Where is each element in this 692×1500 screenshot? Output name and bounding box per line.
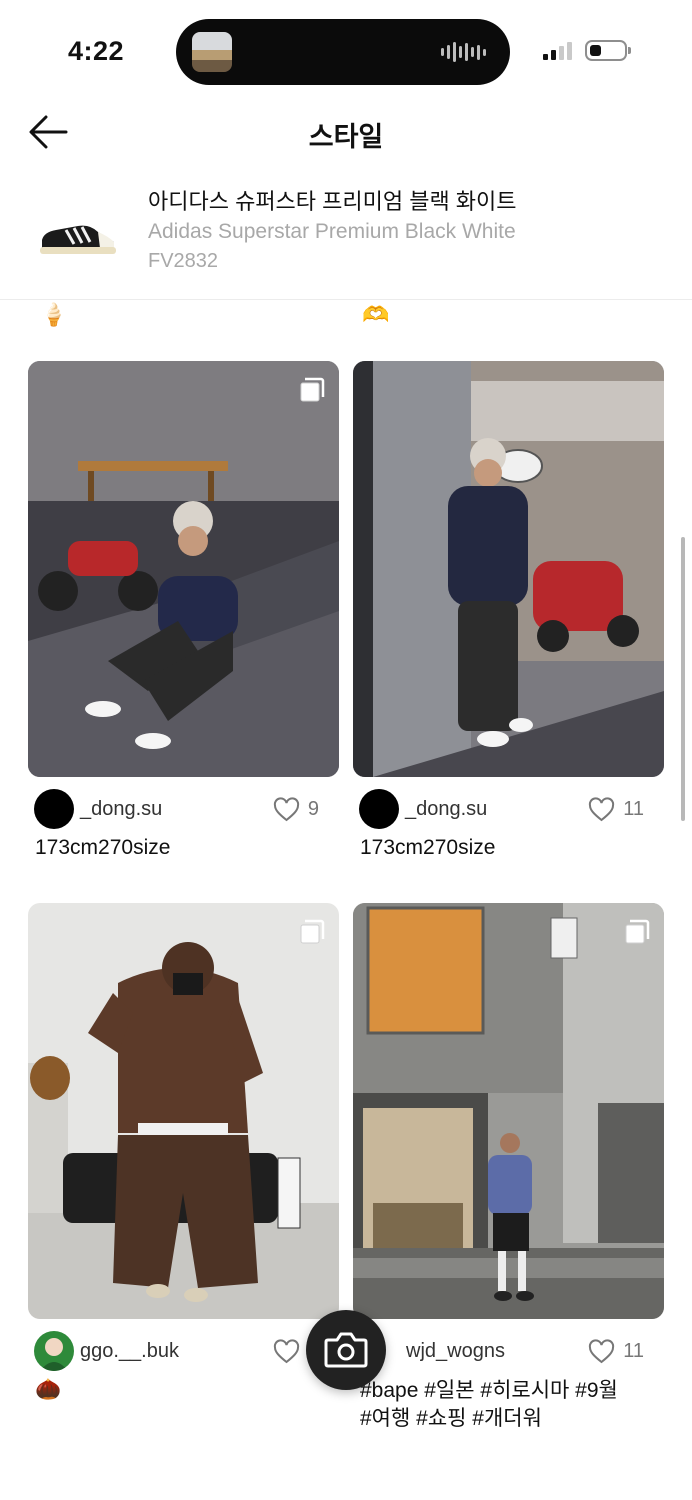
post-meta: ggo.__.buk 1 <box>28 1319 339 1377</box>
now-playing-thumbnail <box>192 32 232 72</box>
post-card[interactable]: _dong.su 11 173cm270size <box>353 361 664 861</box>
product-name-ko: 아디다스 슈퍼스타 프리미엄 블랙 화이트 <box>148 189 517 214</box>
username[interactable]: _dong.su <box>405 798 487 821</box>
post-photo[interactable] <box>28 903 339 1319</box>
post-photo[interactable] <box>353 361 664 777</box>
status-bar: 4:22 <box>0 0 692 100</box>
multiple-images-icon <box>300 919 325 944</box>
avatar[interactable] <box>359 789 399 829</box>
post-card[interactable]: _dong.su 9 173cm270size <box>28 361 339 861</box>
product-name-en: Adidas Superstar Premium Black White <box>148 220 516 243</box>
post-caption: 173cm270size <box>35 836 171 859</box>
audio-wave-icon <box>441 41 486 63</box>
post-hashtags-line-1: #bape #일본 #히로시마 #9월 <box>360 1379 618 1402</box>
product-summary[interactable]: 아디다스 슈퍼스타 프리미엄 블랙 화이트 Adidas Superstar P… <box>0 176 692 300</box>
scrollbar[interactable] <box>681 537 685 821</box>
avatar[interactable] <box>34 1331 74 1371</box>
post-meta: _dong.su 11 <box>353 777 664 835</box>
camera-icon <box>324 1332 368 1368</box>
post-card[interactable]: ggo.__.buk 1 🌰 <box>28 903 339 1403</box>
like-count: 9 <box>307 798 319 820</box>
post-hashtags-line-2: #여행 #쇼핑 #개더워 <box>360 1407 542 1430</box>
like-count: 11 <box>623 1340 644 1362</box>
username[interactable]: wjd_wogns <box>406 1340 505 1363</box>
battery-icon <box>585 40 631 61</box>
post-photo[interactable] <box>353 903 664 1319</box>
prev-post-caption-right: 🫶 <box>362 302 390 327</box>
page-title: 스타일 <box>308 122 384 152</box>
avatar[interactable] <box>34 789 74 829</box>
post-card[interactable]: wjd_wogns 11 #bape #일본 #히로시마 #9월 #여행 #쇼핑… <box>353 903 664 1433</box>
like-button[interactable]: 9 <box>273 797 319 822</box>
heart-icon <box>589 1339 615 1364</box>
post-photo-image <box>353 903 664 1319</box>
post-meta: wjd_wogns 11 <box>353 1319 664 1377</box>
heart-icon <box>273 797 299 822</box>
camera-button[interactable] <box>306 1310 386 1390</box>
product-code: FV2832 <box>148 250 219 272</box>
post-caption: 🌰 <box>35 1378 62 1401</box>
post-photo-image <box>28 903 339 1319</box>
multiple-images-icon <box>625 919 650 944</box>
heart-icon <box>273 1339 299 1364</box>
cellular-signal-icon <box>543 42 572 60</box>
post-photo-image <box>353 361 664 777</box>
dynamic-island[interactable] <box>176 19 510 85</box>
prev-post-caption-left: 🍦 <box>40 302 68 327</box>
multiple-images-icon <box>300 377 325 402</box>
status-time: 4:22 <box>68 36 125 66</box>
username[interactable]: _dong.su <box>80 798 162 821</box>
username[interactable]: ggo.__.buk <box>80 1340 179 1363</box>
app-header: 스타일 <box>0 100 692 164</box>
sneaker-thumbnail <box>40 225 116 254</box>
post-meta: _dong.su 9 <box>28 777 339 835</box>
post-photo-image <box>28 361 339 777</box>
like-count: 11 <box>623 798 644 820</box>
like-button[interactable]: 11 <box>588 797 644 822</box>
post-photo[interactable] <box>28 361 339 777</box>
like-button[interactable]: 11 <box>588 1339 644 1364</box>
heart-icon <box>589 797 615 822</box>
post-caption: 173cm270size <box>360 836 496 859</box>
